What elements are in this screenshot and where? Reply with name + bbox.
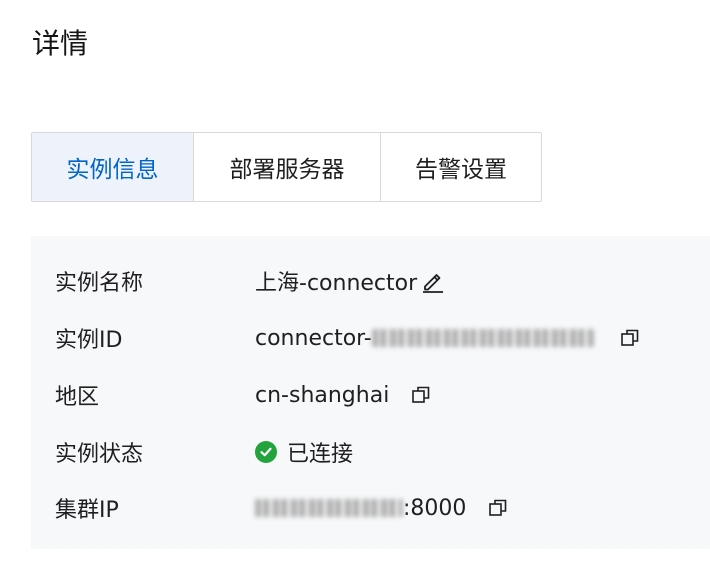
instance-info-panel: 实例名称 上海-connector 实例ID connector- 地区 cn-… bbox=[31, 236, 710, 549]
status-label: 实例状态 bbox=[55, 442, 144, 467]
instance-name-value: 上海-connector bbox=[255, 271, 418, 296]
tab-alert-settings[interactable]: 告警设置 bbox=[380, 133, 541, 201]
instance-name-value-wrap: 上海-connector bbox=[255, 265, 445, 297]
region-value-wrap: cn-shanghai bbox=[255, 383, 431, 408]
check-circle-icon bbox=[255, 441, 277, 463]
status-value: 已连接 bbox=[287, 442, 354, 467]
tab-bar: 实例信息 部署服务器 告警设置 bbox=[31, 132, 542, 202]
page-title: 详情 bbox=[32, 27, 89, 60]
cluster-ip-label: 集群IP bbox=[55, 498, 119, 523]
cluster-ip-value-wrap: :8000 bbox=[255, 496, 508, 521]
tab-instance-info[interactable]: 实例信息 bbox=[32, 133, 193, 201]
status-value-wrap: 已连接 bbox=[255, 436, 353, 468]
copy-icon[interactable] bbox=[411, 385, 431, 405]
copy-icon[interactable] bbox=[488, 498, 508, 518]
instance-id-prefix: connector- bbox=[255, 325, 372, 351]
copy-icon[interactable] bbox=[620, 328, 640, 348]
instance-id-value-wrap: connector- bbox=[255, 326, 640, 351]
instance-id-label: 实例ID bbox=[55, 328, 123, 353]
tab-deploy-servers[interactable]: 部署服务器 bbox=[193, 133, 380, 201]
instance-name-label: 实例名称 bbox=[55, 271, 144, 296]
cluster-ip-port: :8000 bbox=[403, 495, 467, 521]
detail-page: 详情 实例信息 部署服务器 告警设置 实例名称 上海-connector 实例I… bbox=[0, 0, 710, 562]
edit-icon[interactable] bbox=[421, 269, 445, 293]
region-label: 地区 bbox=[55, 385, 100, 410]
region-value: cn-shanghai bbox=[255, 382, 390, 408]
redacted-instance-id bbox=[371, 329, 594, 347]
redacted-cluster-ip bbox=[255, 499, 403, 517]
